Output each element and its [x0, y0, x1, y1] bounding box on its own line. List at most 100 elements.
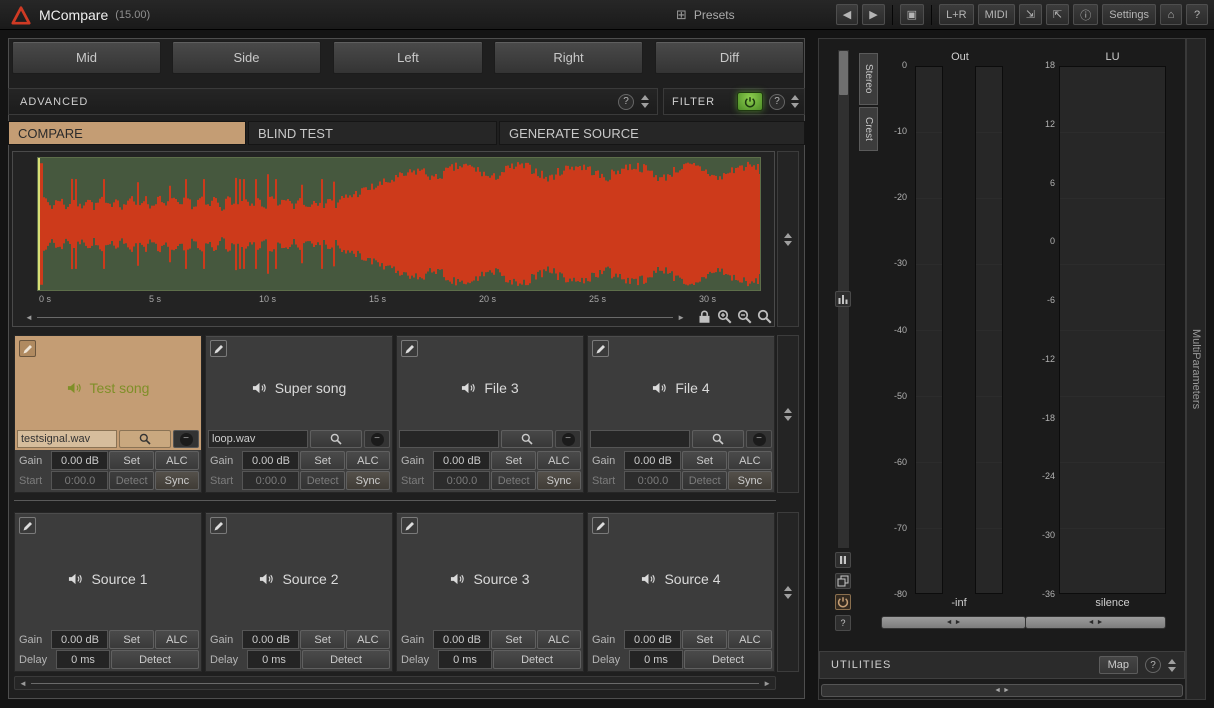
filename-input[interactable]: [590, 430, 690, 448]
tab-generate-source[interactable]: GENERATE SOURCE: [499, 121, 805, 145]
edit-icon[interactable]: [592, 517, 609, 534]
filename-input[interactable]: [399, 430, 499, 448]
channel-side-button[interactable]: Side: [172, 41, 321, 74]
set-button[interactable]: Set: [300, 451, 344, 470]
playhead-cursor[interactable]: [38, 158, 40, 290]
edit-icon[interactable]: [401, 517, 418, 534]
main-horizontal-scrollbar[interactable]: ◄ ►: [14, 676, 776, 690]
alc-button[interactable]: ALC: [155, 451, 199, 470]
delay-value[interactable]: 0 ms: [56, 650, 110, 669]
browse-button[interactable]: [310, 430, 362, 448]
detect-button[interactable]: Detect: [109, 471, 153, 490]
home-button[interactable]: ⌂: [1160, 4, 1182, 25]
alc-button[interactable]: ALC: [728, 630, 772, 649]
meter-help-button[interactable]: ?: [835, 615, 851, 631]
edit-icon[interactable]: [592, 340, 609, 357]
delay-value[interactable]: 0 ms: [438, 650, 492, 669]
detect-button[interactable]: Detect: [491, 471, 535, 490]
alc-button[interactable]: ALC: [346, 630, 390, 649]
help-button[interactable]: ?: [1186, 4, 1208, 25]
next-button[interactable]: ▶: [862, 4, 884, 25]
gain-value[interactable]: 0.00 dB: [242, 630, 299, 649]
gain-value[interactable]: 0.00 dB: [242, 451, 299, 470]
sync-button[interactable]: Sync: [537, 471, 581, 490]
set-button[interactable]: Set: [300, 630, 344, 649]
help-icon[interactable]: ?: [769, 94, 785, 110]
sync-button[interactable]: Sync: [346, 471, 390, 490]
alc-button[interactable]: ALC: [155, 630, 199, 649]
prev-button[interactable]: ◀: [836, 4, 858, 25]
source-slot-header[interactable]: Source 4: [588, 513, 774, 629]
filename-input[interactable]: [208, 430, 308, 448]
source-slots-spinner[interactable]: [777, 512, 799, 672]
file-slot-4[interactable]: File 4 − Gain 0.00 dB Set ALC Start 0:00…: [587, 335, 775, 493]
alc-button[interactable]: ALC: [728, 451, 772, 470]
file-slot-header[interactable]: Super song −: [206, 336, 392, 450]
map-button[interactable]: Map: [1099, 656, 1138, 674]
detect-button[interactable]: Detect: [300, 471, 344, 490]
scroll-left-icon[interactable]: ◄: [19, 679, 27, 688]
remove-button[interactable]: −: [364, 430, 390, 448]
advanced-spinner[interactable]: [641, 95, 649, 108]
out-meter-slider[interactable]: ◄ ►: [881, 616, 1026, 629]
waveform-side-spinner[interactable]: [777, 151, 799, 327]
edit-icon[interactable]: [210, 340, 227, 357]
sync-button[interactable]: Sync: [155, 471, 199, 490]
gain-value[interactable]: 0.00 dB: [624, 630, 681, 649]
import-button[interactable]: ⇲: [1019, 4, 1042, 25]
set-button[interactable]: Set: [109, 451, 153, 470]
detect-button[interactable]: Detect: [682, 471, 726, 490]
source-slot-1[interactable]: Source 1 Gain 0.00 dB Set ALC Delay 0 ms…: [14, 512, 202, 672]
gain-value[interactable]: 0.00 dB: [51, 451, 108, 470]
channel-left-button[interactable]: Left: [333, 41, 483, 74]
meter-power-button[interactable]: [835, 594, 851, 610]
set-button[interactable]: Set: [682, 451, 726, 470]
remove-button[interactable]: −: [173, 430, 199, 448]
file-slot-1[interactable]: Test song − Gain 0.00 dB Set ALC Start 0…: [14, 335, 202, 493]
alc-button[interactable]: ALC: [537, 630, 581, 649]
detect-button[interactable]: Detect: [684, 650, 772, 669]
scroll-right-icon[interactable]: ►: [763, 679, 771, 688]
lu-meter-slider[interactable]: ◄ ►: [1025, 616, 1166, 629]
edit-icon[interactable]: [19, 517, 36, 534]
start-value[interactable]: 0:00.0: [624, 471, 681, 490]
info-button[interactable]: ⓘ: [1073, 4, 1098, 25]
delay-value[interactable]: 0 ms: [247, 650, 301, 669]
filter-spinner[interactable]: [791, 95, 799, 108]
export-button[interactable]: ⇱: [1046, 4, 1069, 25]
waveform-scrollbar[interactable]: ◄ ►: [25, 310, 685, 324]
settings-button[interactable]: Settings: [1102, 4, 1156, 25]
file-slot-header[interactable]: File 4 −: [588, 336, 774, 450]
midi-button[interactable]: MIDI: [978, 4, 1015, 25]
waveform-panel[interactable]: 0 s5 s10 s15 s20 s25 s30 s ◄ ►: [12, 151, 775, 327]
start-value[interactable]: 0:00.0: [51, 471, 108, 490]
set-button[interactable]: Set: [109, 630, 153, 649]
scroll-right-icon[interactable]: ►: [677, 313, 685, 322]
filter-power-button[interactable]: [737, 92, 763, 111]
lock-icon[interactable]: [697, 309, 712, 324]
set-button[interactable]: Set: [682, 630, 726, 649]
lr-mode-button[interactable]: L+R: [939, 4, 974, 25]
filename-input[interactable]: [17, 430, 117, 448]
edit-icon[interactable]: [19, 340, 36, 357]
source-slot-3[interactable]: Source 3 Gain 0.00 dB Set ALC Delay 0 ms…: [396, 512, 584, 672]
multiparameters-strip[interactable]: MultiParameters: [1186, 38, 1206, 700]
file-slot-3[interactable]: File 3 − Gain 0.00 dB Set ALC Start 0:00…: [396, 335, 584, 493]
browse-button[interactable]: [119, 430, 171, 448]
help-icon[interactable]: ?: [618, 94, 634, 110]
scrollbar-track[interactable]: [31, 683, 759, 684]
set-button[interactable]: Set: [491, 451, 535, 470]
file-slot-2[interactable]: Super song − Gain 0.00 dB Set ALC Start …: [205, 335, 393, 493]
utilities-slider[interactable]: ◄ ►: [821, 684, 1183, 697]
source-slot-4[interactable]: Source 4 Gain 0.00 dB Set ALC Delay 0 ms…: [587, 512, 775, 672]
gain-value[interactable]: 0.00 dB: [433, 630, 490, 649]
remove-button[interactable]: −: [746, 430, 772, 448]
file-slot-header[interactable]: Test song −: [15, 336, 201, 450]
source-slot-2[interactable]: Source 2 Gain 0.00 dB Set ALC Delay 0 ms…: [205, 512, 393, 672]
zoom-out-icon[interactable]: [737, 309, 752, 324]
browse-button[interactable]: [692, 430, 744, 448]
source-slot-header[interactable]: Source 3: [397, 513, 583, 629]
source-slot-header[interactable]: Source 2: [206, 513, 392, 629]
gain-value[interactable]: 0.00 dB: [51, 630, 108, 649]
set-button[interactable]: Set: [491, 630, 535, 649]
